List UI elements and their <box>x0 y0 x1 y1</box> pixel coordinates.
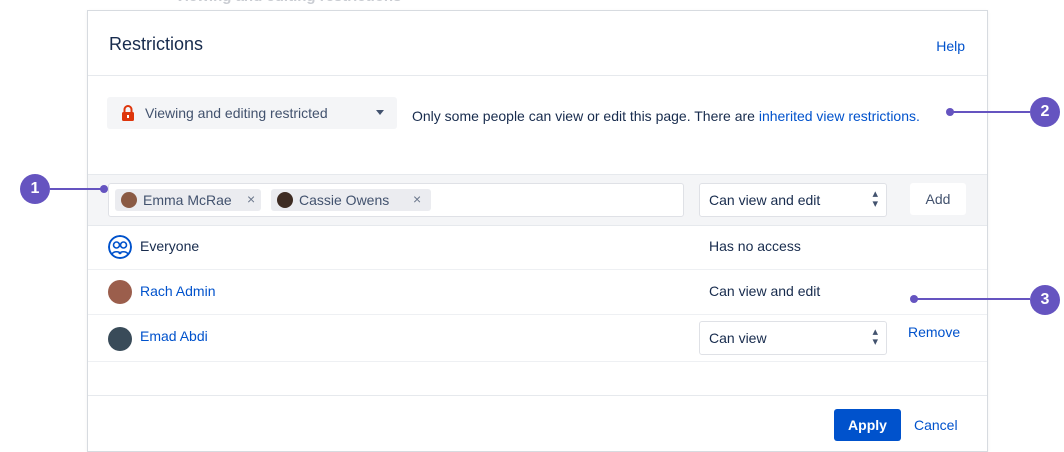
help-link[interactable]: Help <box>936 38 965 54</box>
user-chip-cassie: Cassie Owens × <box>271 189 431 211</box>
callout-line-3 <box>914 298 1030 300</box>
group-icon <box>108 235 132 259</box>
background-page-text: Viewing and editing restrictions <box>175 0 645 8</box>
restrictions-dialog: Restrictions Help Viewing and editing re… <box>87 10 988 452</box>
permission-select[interactable]: Can view ▴ ▾ <box>699 321 887 355</box>
user-name-link[interactable]: Rach Admin <box>140 283 215 299</box>
restriction-mode-label: Viewing and editing restricted <box>145 105 328 121</box>
restriction-notice: Only some people can view or edit this p… <box>412 105 952 128</box>
user-chip-emma: Emma McRae × <box>115 189 261 211</box>
permission-text: Can view and edit <box>709 283 821 299</box>
restriction-mode-dropdown[interactable]: Viewing and editing restricted <box>107 97 397 129</box>
dialog-footer: Apply Cancel <box>88 395 987 452</box>
dialog-header: Restrictions Help <box>88 11 987 76</box>
avatar <box>108 327 132 351</box>
callout-line-1 <box>50 188 104 190</box>
chevron-down-icon <box>376 110 384 115</box>
add-permission-select[interactable]: Can view and edit ▴ ▾ <box>699 183 887 217</box>
chip-name: Cassie Owens <box>299 192 390 208</box>
callout-badge-1: 1 <box>20 174 50 204</box>
apply-button[interactable]: Apply <box>834 409 901 441</box>
add-user-row: Emma McRae × Cassie Owens × Can view and… <box>88 174 987 226</box>
callout-dot-3 <box>910 295 918 303</box>
entity-name: Everyone <box>140 238 200 254</box>
notice-text: Only some people can view or edit this p… <box>412 108 759 124</box>
list-item: Rach Admin Can view and edit <box>88 270 987 315</box>
callout-badge-3: 3 <box>1030 285 1060 315</box>
callout-dot-2 <box>946 108 954 116</box>
selected-permission: Can view and edit <box>709 192 821 208</box>
lock-icon <box>122 105 134 121</box>
user-name-link[interactable]: Emad Abdi <box>140 328 208 344</box>
permission-text: Has no access <box>709 238 801 254</box>
remove-chip-icon[interactable]: × <box>413 191 421 207</box>
callout-line-2 <box>950 111 1030 113</box>
list-item: Everyone Has no access <box>88 225 987 270</box>
remove-chip-icon[interactable]: × <box>247 191 255 207</box>
avatar <box>108 280 132 304</box>
inherited-restrictions-link[interactable]: inherited view restrictions. <box>759 108 920 124</box>
avatar <box>277 192 293 208</box>
avatar <box>121 192 137 208</box>
user-picker-input[interactable]: Emma McRae × Cassie Owens × <box>108 183 684 217</box>
select-arrows-icon: ▴ ▾ <box>872 326 878 348</box>
callout-badge-2: 2 <box>1030 97 1060 127</box>
select-arrows-icon: ▴ ▾ <box>872 188 878 210</box>
list-item: Emad Abdi Can view ▴ ▾ Remove <box>88 315 987 362</box>
add-button[interactable]: Add <box>910 183 966 215</box>
cancel-button[interactable]: Cancel <box>914 417 958 433</box>
callout-dot-1 <box>100 185 108 193</box>
remove-button[interactable]: Remove <box>908 324 960 340</box>
dialog-title: Restrictions <box>109 34 204 54</box>
selected-permission: Can view <box>709 330 767 346</box>
chip-name: Emma McRae <box>143 192 232 208</box>
